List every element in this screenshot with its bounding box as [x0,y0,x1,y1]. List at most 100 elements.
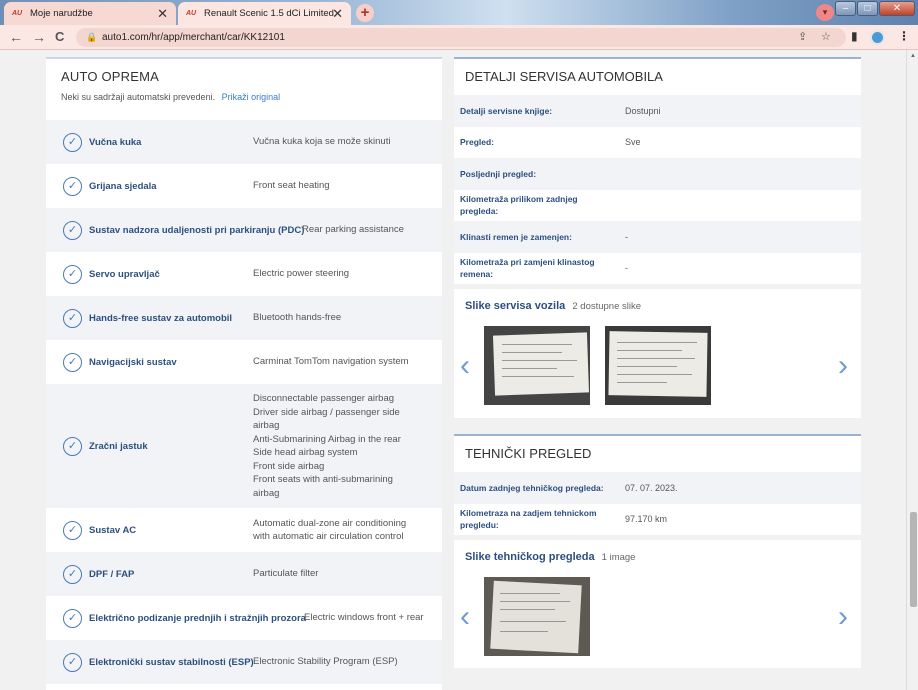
translation-note: Neki su sadržaji automatski prevedeni. P… [46,84,442,120]
service-key: Klinasti remen je zamenjen: [460,231,572,242]
show-original-link[interactable]: Prikaži original [222,92,281,102]
reload-icon[interactable]: C [55,29,64,45]
inspection-images-title: Slike tehničkog pregleda 1 image [465,551,636,563]
check-circle-icon: ✓ [63,308,82,328]
scrollbar-thumb[interactable] [910,512,917,607]
service-photo[interactable] [484,326,590,405]
service-key: Detalji servisne knjige: [460,105,553,116]
service-images-title: Slike servisa vozila 2 dostupne slike [465,300,642,312]
service-row: Kilometraža prilikom zadnjeg pregleda: [454,190,861,222]
maximize-button[interactable]: □ [857,1,878,16]
forward-arrow-icon[interactable]: → [32,29,46,45]
equipment-value: Electric power steering [253,268,350,280]
check-circle-icon: ✓ [63,520,82,540]
tab-renault-scenic[interactable]: AU Renault Scenic 1.5 dCi Limited ✕ [178,2,351,25]
page-content: AUTO OPREMA Neki su sadržaji automatski … [0,50,906,690]
tab-moje-narudzbe[interactable]: AU Moje narudžbe ✕ [4,2,176,25]
gallery-next-arrow-icon[interactable]: › [838,349,848,383]
service-key: Kilometraža prilikom zadnjeg pregleda: [460,194,578,217]
service-key: Pregled: [460,137,495,148]
equipment-row: ✓ Navigacijski sustav Carminat TomTom na… [46,340,442,384]
equipment-label: Hands-free sustav za automobil [89,312,233,324]
service-panel: DETALJI SERVISA AUTOMOBILA Detalji servi… [454,57,861,418]
tab-search-chevron-icon[interactable]: ▾ [816,4,834,21]
check-circle-icon: ✓ [63,352,82,372]
equipment-row: ✓ Električno podizanje prednjih i stražn… [46,596,442,640]
service-photo[interactable] [605,326,711,405]
minimize-button[interactable]: – [835,1,856,16]
url-text: auto1.com/hr/app/merchant/car/KK12101 [102,32,285,43]
service-value: Dostupni [625,105,661,116]
equipment-label: Sustav AC [89,524,137,536]
equipment-row: ✓ Vučna kuka Vučna kuka koja se može ski… [46,120,442,164]
equipment-label: Zračni jastuk [89,440,148,452]
gallery-prev-arrow-icon[interactable]: ‹ [460,349,470,383]
service-value: - [625,263,628,274]
equipment-label: Sustav nadzora udaljenosti pri parkiranj… [89,224,305,236]
auto1-favicon-icon: AU [186,9,197,17]
check-circle-icon: ✓ [63,264,82,284]
inspection-value: 07. 07. 2023. [625,482,678,493]
equipment-row: ✓ DPF / FAP Particulate filter [46,552,442,596]
equipment-row: ✓ Sustav AC Automatic dual-zone air cond… [46,508,442,552]
close-window-button[interactable]: ✕ [879,1,915,16]
scroll-up-arrow-icon[interactable]: ▲ [910,53,916,59]
close-tab-icon[interactable]: ✕ [157,6,168,22]
back-arrow-icon[interactable]: ← [9,29,23,45]
check-circle-icon: ✓ [63,436,82,456]
lock-icon: 🔒 [86,32,98,42]
browser-tab-strip: AU Moje narudžbe ✕ AU Renault Scenic 1.5… [0,0,918,25]
equipment-value: Front seat heating [253,180,330,192]
equipment-value: Disconnectable passenger airbag Driver s… [253,393,401,499]
tab-title: Renault Scenic 1.5 dCi Limited [204,8,334,19]
equipment-row: ✓ Sustav nadzora udaljenosti pri parkira… [46,208,442,252]
equipment-value: Automatic dual-zone air conditioning wit… [253,517,407,543]
check-circle-icon: ✓ [63,176,82,196]
service-images-gallery: Slike servisa vozila 2 dostupne slike ‹ [454,284,861,418]
equipment-label: Servo upravljač [89,268,160,280]
menu-dots-icon[interactable]: ⋮ [898,29,910,43]
inspection-row: Datum zadnjeg tehničkog pregleda: 07. 07… [454,472,861,504]
equipment-row: ✓ Zračni jastuk Disconnectable passenger… [46,384,442,508]
equipment-title: AUTO OPREMA [61,69,160,84]
equipment-value: Vučna kuka koja se može skinuti [253,136,391,148]
equipment-panel: AUTO OPREMA Neki su sadržaji automatski … [46,57,442,690]
share-icon[interactable]: ⇪ [798,28,807,47]
equipment-row: ✓ Grijana sjedala Front seat heating [46,164,442,208]
inspection-value: 97.170 km [625,514,668,525]
service-key: Kilometraža pri zamjeni klinastog remena… [460,257,595,280]
inspection-row: Kilometraza na zadjem tehnickom pregledu… [454,504,861,536]
gallery-next-arrow-icon[interactable]: › [838,600,848,634]
service-images-count: 2 dostupne slike [572,301,642,312]
profile-avatar-icon[interactable] [870,30,885,45]
service-row: Pregled: Sve [454,127,861,159]
check-circle-icon: ✓ [63,132,82,152]
service-key: Posljednji pregled: [460,168,537,179]
bookmark-star-icon[interactable]: ☆ [821,28,831,47]
equipment-row: ✓ Servo upravljač Electric power steerin… [46,252,442,296]
auto1-favicon-icon: AU [12,9,23,17]
inspection-title: TEHNIČKI PREGLED [465,446,592,461]
inspection-panel: TEHNIČKI PREGLED Datum zadnjeg tehničkog… [454,434,861,668]
check-circle-icon: ✓ [63,220,82,240]
side-panel-icon[interactable]: ▮ [851,29,858,43]
equipment-label: Grijana sjedala [89,180,157,192]
inspection-photo[interactable] [484,577,590,656]
address-bar[interactable]: 🔒 auto1.com/hr/app/merchant/car/KK12101 … [76,28,846,47]
equipment-value: Carminat TomTom navigation system [253,356,409,368]
inspection-key: Datum zadnjeg tehničkog pregleda: [460,482,604,493]
window-controls: – □ ✕ [835,1,915,16]
service-value: Sve [625,137,641,148]
equipment-value: Electronic Stability Program (ESP) [253,656,398,668]
close-tab-icon[interactable]: ✕ [332,6,343,22]
new-tab-button[interactable]: + [356,4,374,22]
inspection-images-gallery: Slike tehničkog pregleda 1 image ‹ › [454,535,861,668]
gallery-prev-arrow-icon[interactable]: ‹ [460,600,470,634]
equipment-row: ✓ Hands-free sustav za automobil Bluetoo… [46,296,442,340]
check-circle-icon: ✓ [63,564,82,584]
check-circle-icon: ✓ [63,608,82,628]
address-toolbar: ← → C 🔒 auto1.com/hr/app/merchant/car/KK… [0,25,918,50]
equipment-value: Particulate filter [253,568,319,580]
page-scrollbar[interactable]: ▲ [906,50,918,690]
tab-title: Moje narudžbe [30,8,93,19]
